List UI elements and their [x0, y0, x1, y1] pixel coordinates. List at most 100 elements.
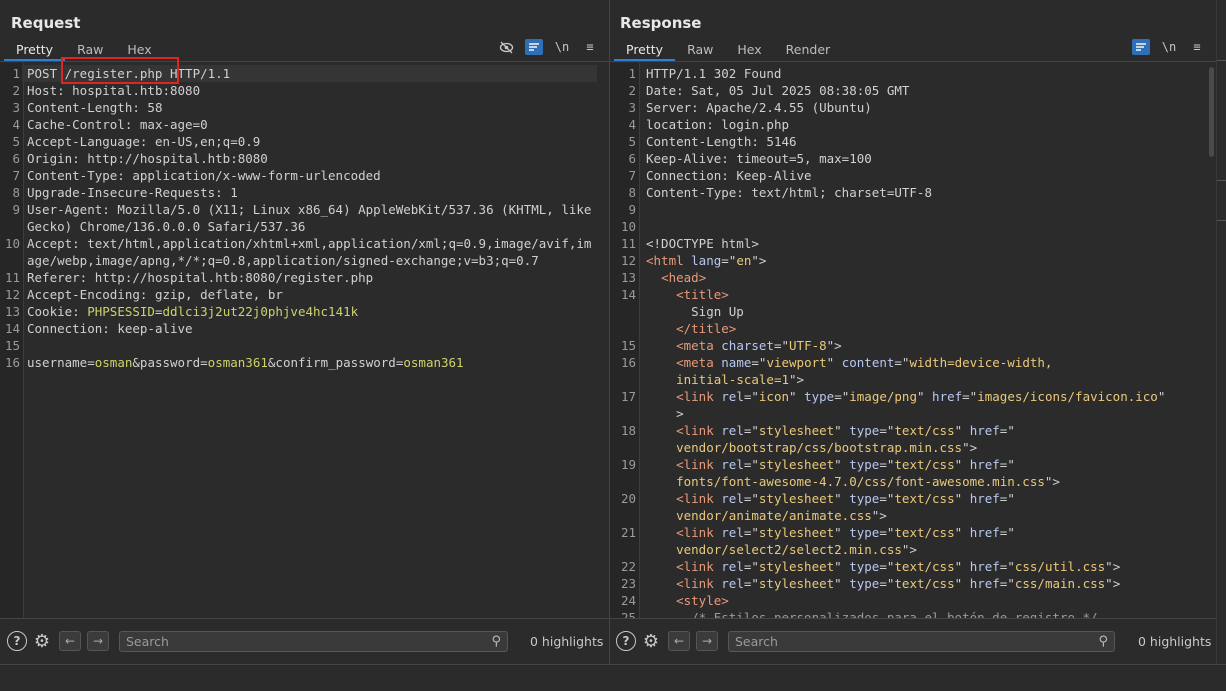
newline-toggle-icon[interactable]: \n — [553, 39, 571, 55]
response-tab-raw[interactable]: Raw — [675, 40, 725, 61]
prev-match-button[interactable]: ← — [59, 631, 81, 651]
header-value: Apache/2.4.55 (Ubuntu) — [706, 100, 872, 115]
response-tab-render[interactable]: Render — [774, 40, 843, 61]
line-number: 5 — [12, 134, 20, 149]
html-token: href — [969, 491, 1000, 506]
search-icon[interactable]: ⚲ — [491, 634, 501, 649]
code-line: 24 <style> — [610, 592, 1216, 609]
html-token: " — [916, 389, 933, 404]
line-content — [638, 218, 1203, 235]
line-content: <link rel="stylesheet" type="text/css" h… — [638, 558, 1203, 575]
html-token: rel — [721, 457, 744, 472]
html-token: stylesheet — [758, 559, 835, 574]
request-search-input[interactable] — [126, 633, 483, 650]
next-match-button[interactable]: → — [696, 631, 718, 651]
html-token: <link — [646, 576, 722, 591]
html-token: <!DOCTYPE html> — [646, 236, 759, 251]
html-token: =" — [743, 457, 759, 472]
line-number: 22 — [620, 559, 636, 574]
wrap-lines-icon[interactable] — [1132, 39, 1150, 55]
request-tab-raw[interactable]: Raw — [65, 40, 115, 61]
html-token: =" — [879, 559, 895, 574]
line-content: Upgrade-Insecure-Requests: 1 — [22, 184, 597, 201]
html-token: type — [804, 389, 835, 404]
html-token: =" — [879, 423, 895, 438]
settings-gear-icon[interactable]: ⚙ — [641, 631, 661, 652]
response-editor[interactable]: 1 HTTP/1.1 302 Found 2 Date: Sat, 05 Jul 20… — [610, 63, 1216, 618]
line-number: 1 — [628, 66, 636, 81]
line-content — [638, 201, 1203, 218]
html-token: "> — [1105, 559, 1121, 574]
code-line: 4 Cache-Control: max-age=0 — [0, 116, 609, 133]
header-name: Content-Length: — [646, 134, 767, 149]
line-number: 25 — [620, 610, 636, 618]
menu-icon[interactable]: ≡ — [1188, 39, 1206, 55]
code-line: 15 — [0, 337, 609, 354]
wrap-lines-icon[interactable] — [525, 39, 543, 55]
response-scrollbar[interactable] — [1208, 63, 1216, 618]
line-number: 19 — [620, 457, 636, 472]
html-token: =" — [743, 389, 759, 404]
hide-eye-icon[interactable] — [497, 39, 515, 55]
response-search-input[interactable] — [735, 633, 1090, 650]
html-token: <head> — [646, 270, 707, 285]
html-token: "> — [751, 253, 767, 268]
line-content: Accept: text/html,application/xhtml+xml,… — [22, 235, 597, 269]
html-token: <link — [646, 457, 722, 472]
request-editor[interactable]: 1 POST /register.php HTTP/1.1 2 Host: hospi… — [0, 63, 609, 618]
prev-match-button[interactable]: ← — [668, 631, 690, 651]
line-number: 23 — [620, 576, 636, 591]
html-token: " — [954, 457, 970, 472]
param-value: osman361 — [403, 355, 464, 370]
line-number: 3 — [628, 100, 636, 115]
request-pane: Request Pretty Raw Hex \n ≡ 1 POST /registe… — [0, 0, 609, 664]
html-token: <html — [646, 253, 692, 268]
help-icon[interactable]: ? — [7, 631, 27, 651]
line-content: <style> — [638, 592, 1203, 609]
header-name: Cookie: — [27, 304, 88, 319]
html-token: =" — [894, 355, 910, 370]
code-line: 7 Content-Type: application/x-www-form-ur… — [0, 167, 609, 184]
line-number: 12 — [620, 253, 636, 268]
html-token: <link — [646, 423, 722, 438]
html-token: =" — [751, 355, 767, 370]
request-tab-pretty[interactable]: Pretty — [4, 40, 66, 61]
code-line: 19 <link rel="stylesheet" type="text/css… — [610, 456, 1216, 490]
response-tab-hex[interactable]: Hex — [725, 40, 773, 61]
code-line: 15 <meta charset="UTF-8"> — [610, 337, 1216, 354]
help-icon[interactable]: ? — [616, 631, 636, 651]
line-number: 17 — [620, 389, 636, 404]
html-token: =" — [773, 338, 790, 353]
header-name: Keep-Alive: — [646, 151, 737, 166]
line-content: HTTP/1.1 302 Found — [638, 65, 1203, 82]
request-footer: ? ⚙ ← → ⚲ 0 highlights — [0, 618, 609, 664]
code-line: 14 <title> Sign Up </title> — [610, 286, 1216, 337]
search-icon[interactable]: ⚲ — [1098, 634, 1108, 649]
html-token: =" — [743, 559, 759, 574]
code-line: 14 Connection: keep-alive — [0, 320, 609, 337]
settings-gear-icon[interactable]: ⚙ — [32, 631, 52, 652]
html-token: href — [969, 576, 1000, 591]
next-match-button[interactable]: → — [87, 631, 109, 651]
html-token: " — [954, 576, 970, 591]
menu-icon[interactable]: ≡ — [581, 39, 599, 55]
header-name: Accept: — [27, 236, 88, 251]
request-tab-hex[interactable]: Hex — [115, 40, 163, 61]
header-name: Connection: — [646, 168, 737, 183]
param-name: password — [139, 355, 201, 370]
code-line: 4 location: login.php — [610, 116, 1216, 133]
code-line: 22 <link rel="stylesheet" type="text/css… — [610, 558, 1216, 575]
line-number: 21 — [620, 525, 636, 540]
html-token: =" — [879, 576, 895, 591]
html-token: href — [969, 525, 1000, 540]
html-token: "> — [789, 372, 805, 387]
header-name: Server: — [646, 100, 707, 115]
cookie-name: PHPSESSID — [87, 304, 155, 319]
html-token: rel — [721, 576, 744, 591]
line-content: <html lang="en"> — [638, 252, 1203, 269]
response-tab-pretty[interactable]: Pretty — [614, 40, 676, 61]
newline-toggle-icon[interactable]: \n — [1160, 39, 1178, 55]
html-token: type — [849, 525, 880, 540]
html-token: stylesheet — [758, 423, 835, 438]
response-search-box: ⚲ — [728, 631, 1115, 652]
